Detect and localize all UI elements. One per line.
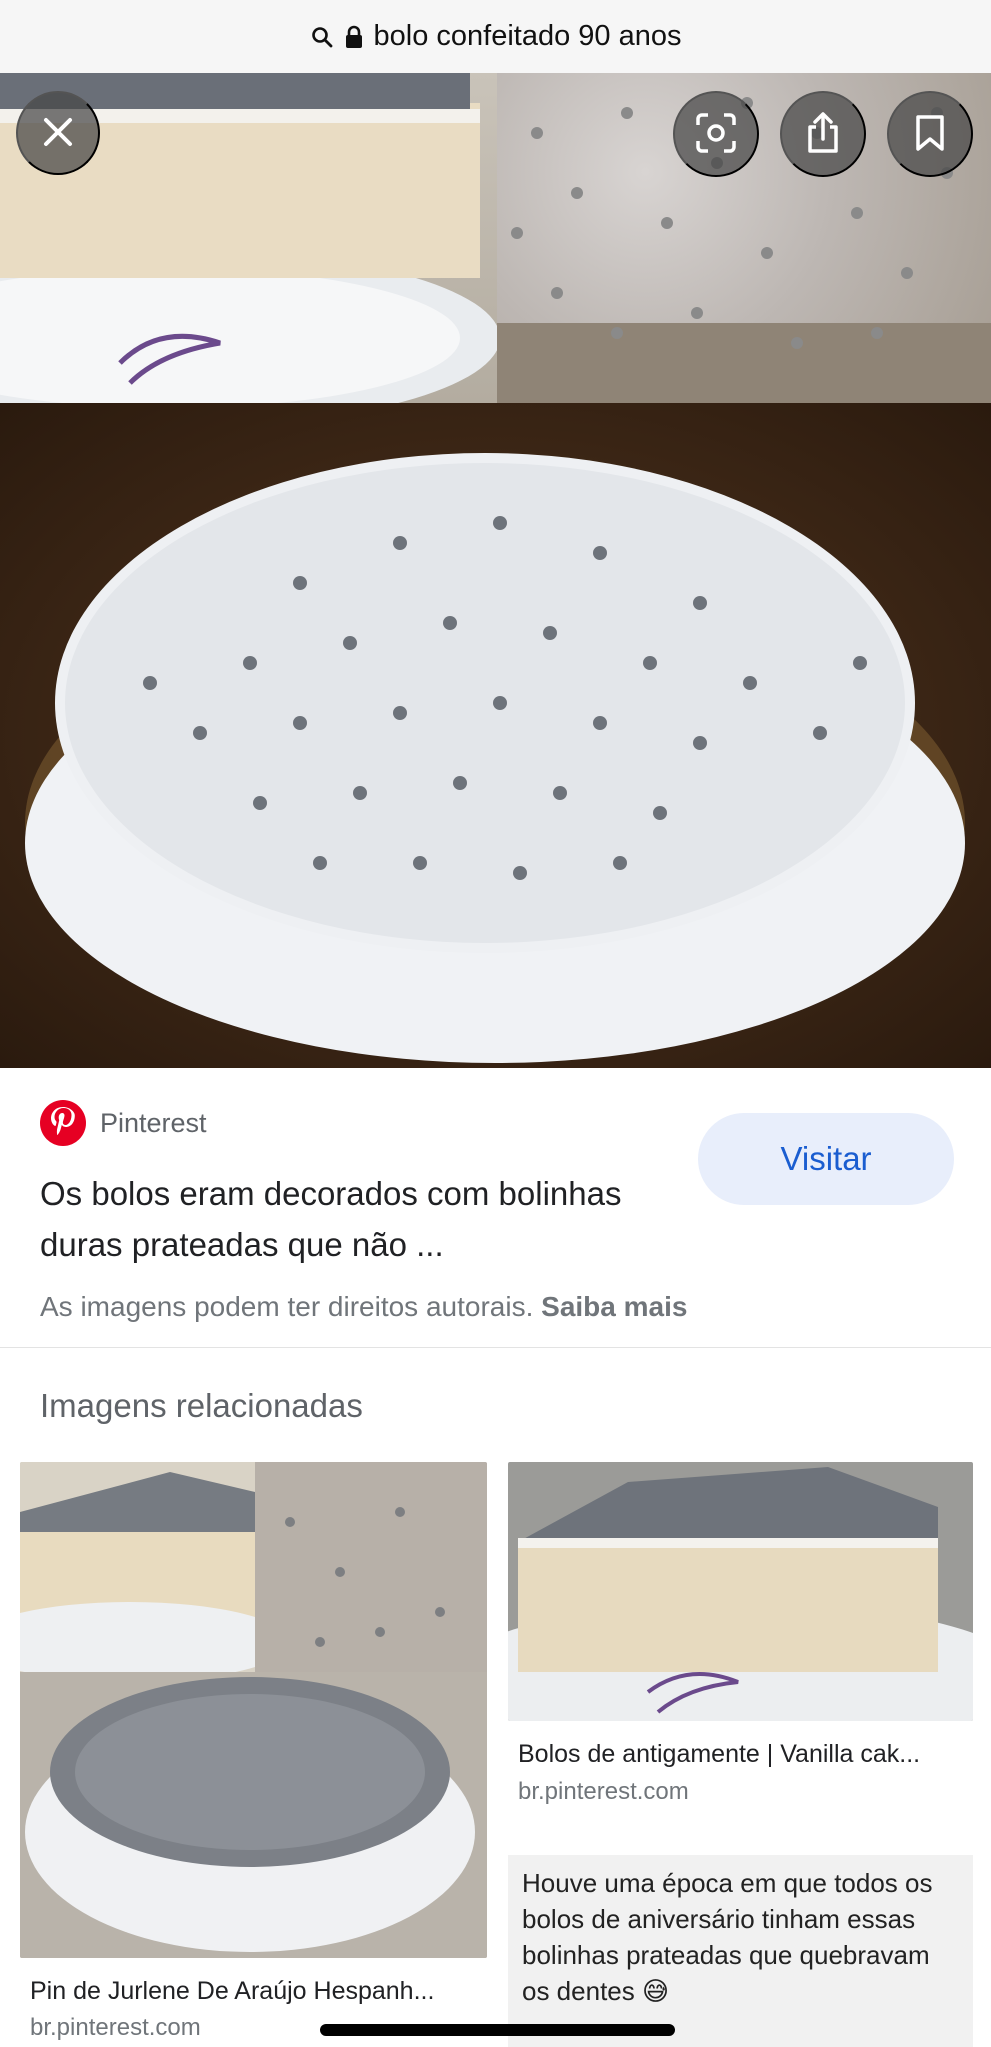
image-preview[interactable]	[0, 73, 991, 1068]
home-indicator[interactable]	[320, 2024, 675, 2036]
result-caption[interactable]: Os bolos eram decorados com bolinhas dur…	[40, 1168, 660, 1270]
pinterest-logo-icon	[40, 1100, 86, 1146]
source-row[interactable]: Pinterest	[40, 1100, 207, 1146]
copyright-text: As imagens podem ter direitos autorais.	[40, 1291, 534, 1322]
visit-button[interactable]: Visitar	[698, 1113, 954, 1205]
url-text: bolo confeitado 90 anos	[373, 20, 682, 52]
learn-more-link[interactable]: Saiba mais	[541, 1291, 687, 1322]
related-note-body: Houve uma época em que todos os bolos de…	[522, 1868, 933, 2006]
close-icon	[41, 115, 75, 152]
related-domain-2: br.pinterest.com	[518, 1778, 689, 1805]
search-icon	[310, 25, 334, 49]
result-info: Pinterest Visitar Os bolos eram decorado…	[0, 1068, 991, 1348]
save-button[interactable]	[887, 91, 973, 177]
related-image-1[interactable]	[20, 1462, 487, 1958]
bookmark-icon	[914, 113, 946, 156]
share-icon	[803, 111, 843, 158]
lens-button[interactable]	[673, 91, 759, 177]
lock-icon	[344, 25, 364, 49]
copyright-notice: As imagens podem ter direitos autorais. …	[40, 1291, 687, 1323]
related-image-3[interactable]: Houve uma época em que todos os bolos de…	[508, 1855, 973, 2047]
related-image-2[interactable]	[508, 1462, 973, 1721]
sweat-smile-emoji-icon: 😅	[641, 1976, 670, 2006]
lens-icon	[694, 111, 738, 158]
close-button[interactable]	[16, 91, 100, 175]
related-heading: Imagens relacionadas	[40, 1387, 363, 1424]
share-button[interactable]	[780, 91, 866, 177]
related-title-1[interactable]: Pin de Jurlene De Araújo Hespanh...	[30, 1977, 434, 2006]
related-domain-1: br.pinterest.com	[30, 2014, 201, 2041]
related-title-2[interactable]: Bolos de antigamente | Vanilla cak...	[518, 1740, 920, 1769]
source-name: Pinterest	[100, 1107, 207, 1138]
url-bar[interactable]: bolo confeitado 90 anos	[0, 0, 991, 73]
related-note-text: Houve uma época em que todos os bolos de…	[522, 1865, 962, 2009]
whole-cake-photo	[0, 403, 991, 1068]
